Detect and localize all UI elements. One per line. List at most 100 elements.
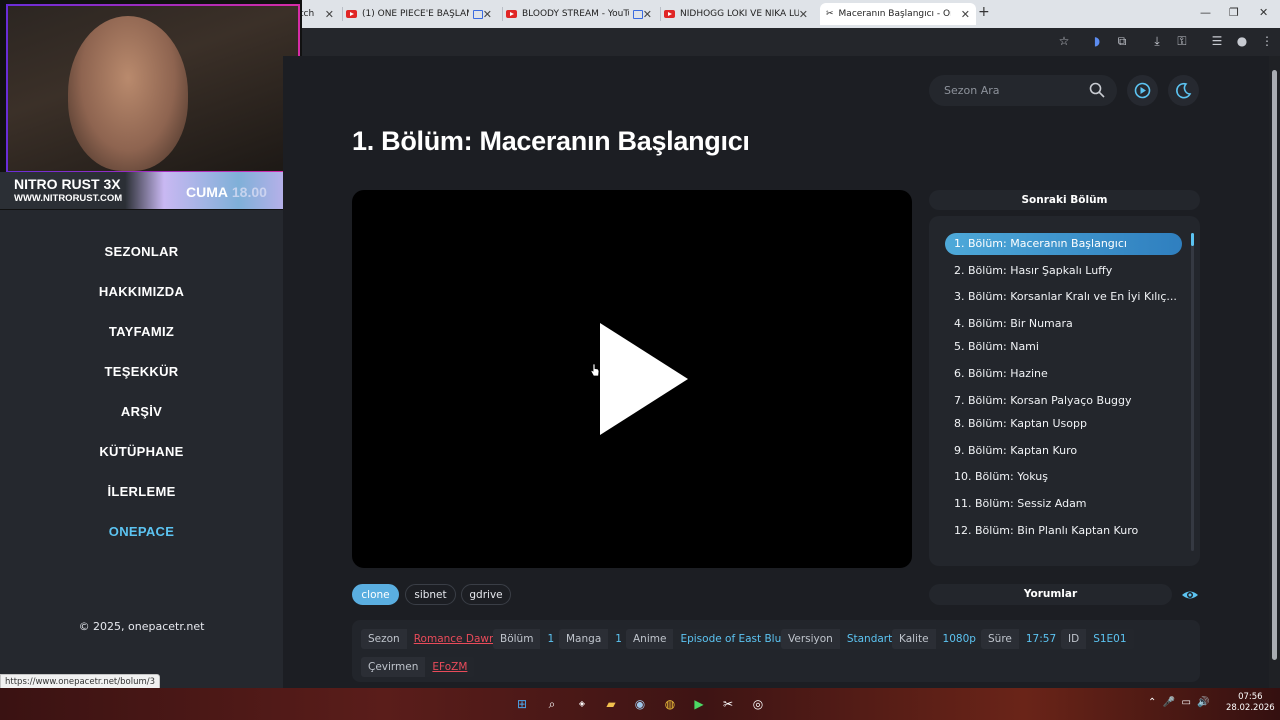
episode-list-scrollbar[interactable] xyxy=(1191,233,1194,551)
close-icon[interactable]: ✕ xyxy=(643,8,652,21)
close-window-icon[interactable]: ✕ xyxy=(1259,6,1268,19)
youtube-icon xyxy=(346,10,357,18)
info-chip-sezon: Sezon Romance Dawn xyxy=(361,629,503,649)
episode-list-scroll-thumb[interactable] xyxy=(1191,233,1194,246)
tab-label: BLOODY STREAM - YouTub xyxy=(522,9,629,19)
episode-item[interactable]: 12. Bölüm: Bin Planlı Kaptan Kuro xyxy=(945,520,1182,542)
episode-item[interactable]: 11. Bölüm: Sessiz Adam xyxy=(945,493,1182,515)
browser-tab[interactable]: tch ✕ xyxy=(300,3,340,25)
youtube-icon xyxy=(506,10,517,18)
page-scrollbar[interactable] xyxy=(1269,56,1280,688)
file-explorer-icon[interactable]: ▰ xyxy=(602,695,620,713)
source-sibnet-button[interactable]: sibnet xyxy=(405,584,456,605)
info-chip-sure: Süre 17:57 xyxy=(981,629,1064,649)
episode-item-active[interactable]: 1. Bölüm: Maceranın Başlangıcı xyxy=(945,233,1182,255)
autoplay-button[interactable] xyxy=(1127,75,1158,106)
nav-hakkimizda[interactable]: HAKKIMIZDA xyxy=(0,284,283,299)
page-title: 1. Bölüm: Maceranın Başlangıcı xyxy=(352,126,750,156)
tab-divider xyxy=(502,7,503,21)
info-value: 17:57 xyxy=(1018,629,1064,649)
tab-label: tch xyxy=(300,9,315,19)
media-icon xyxy=(473,9,483,19)
obs-icon[interactable]: ◎ xyxy=(749,695,767,713)
clock-time: 07:56 xyxy=(1238,692,1263,702)
nav-arsiv[interactable]: ARŞİV xyxy=(0,404,283,419)
episode-item[interactable]: 9. Bölüm: Kaptan Kuro xyxy=(945,440,1182,462)
info-chip-kalite: Kalite 1080p xyxy=(892,629,983,649)
close-icon[interactable]: ✕ xyxy=(483,8,492,21)
new-tab-button[interactable]: + xyxy=(978,4,990,20)
episode-item[interactable]: 2. Bölüm: Hasır Şapkalı Luffy xyxy=(945,260,1182,282)
puzzle-icon[interactable]: ⧉ xyxy=(1114,33,1130,49)
media-player-icon[interactable]: ▶ xyxy=(690,695,708,713)
close-icon[interactable]: ✕ xyxy=(961,8,970,21)
comments-button[interactable]: Yorumlar xyxy=(929,584,1172,605)
episode-item[interactable]: 5. Bölüm: Nami xyxy=(945,336,1182,358)
nav-sezonlar[interactable]: SEZONLAR xyxy=(0,244,283,259)
webcam-feed xyxy=(6,4,300,173)
banner-day: CUMA xyxy=(186,184,228,200)
close-icon[interactable]: ✕ xyxy=(325,8,334,21)
nav-kutuphane[interactable]: KÜTÜPHANE xyxy=(0,444,283,459)
info-key: Kalite xyxy=(899,633,929,645)
minimize-icon[interactable]: — xyxy=(1200,6,1211,19)
close-icon[interactable]: ✕ xyxy=(799,8,808,21)
info-value: Episode of East Blue xyxy=(673,629,795,649)
windows-start-icon[interactable]: ⊞ xyxy=(513,695,531,713)
copyright: © 2025, onepacetr.net xyxy=(78,620,205,633)
play-circle-icon xyxy=(1134,82,1151,99)
steam-icon[interactable]: ◉ xyxy=(631,695,649,713)
info-key: Süre xyxy=(988,633,1012,645)
episode-item[interactable]: 4. Bölüm: Bir Numara xyxy=(945,313,1182,335)
theme-toggle-button[interactable] xyxy=(1168,75,1199,106)
restore-icon[interactable]: ❐ xyxy=(1229,6,1239,19)
season-link[interactable]: Romance Dawn xyxy=(406,629,503,649)
episode-item[interactable]: 3. Bölüm: Korsanlar Kralı ve En İyi Kılı… xyxy=(945,286,1182,308)
browser-tab[interactable]: (1) ONE PIECE'E BAŞLAMAK ✕ xyxy=(346,3,498,25)
info-value: 1080p xyxy=(935,629,983,649)
info-chip-id: ID S1E01 xyxy=(1061,629,1134,649)
source-clone-button[interactable]: clone xyxy=(352,584,399,605)
extension-icon[interactable]: ◗ xyxy=(1089,33,1105,49)
play-icon[interactable] xyxy=(600,323,688,435)
info-key: Versiyon xyxy=(788,633,833,645)
tab-label: (1) ONE PIECE'E BAŞLAMAK xyxy=(362,9,469,19)
profile-avatar-icon[interactable]: ● xyxy=(1234,33,1250,49)
source-gdrive-button[interactable]: gdrive xyxy=(461,584,511,605)
system-tray-icons[interactable]: ⌃ 🎤 ▭ 🔊 xyxy=(1148,697,1210,708)
browser-tab[interactable]: BLOODY STREAM - YouTub ✕ xyxy=(506,3,658,25)
info-key: Çevirmen xyxy=(368,661,419,673)
capcut-icon[interactable]: ✂ xyxy=(719,695,737,713)
nav-onepace[interactable]: ONEPACE xyxy=(0,524,283,539)
search-icon[interactable] xyxy=(1089,82,1105,98)
moon-icon xyxy=(1176,82,1192,99)
nav-ilerleme[interactable]: İLERLEME xyxy=(0,484,283,499)
episode-item[interactable]: 10. Bölüm: Yokuş xyxy=(945,466,1182,488)
streamer-face xyxy=(68,16,188,171)
taskbar-clock[interactable]: 07:56 28.02.2026 xyxy=(1226,692,1275,714)
download-icon[interactable]: ⤓ xyxy=(1149,33,1165,49)
bookmark-star-icon[interactable]: ☆ xyxy=(1056,33,1072,49)
tab-label: NİDHOGG LOKİ VE NİKA LUFFY xyxy=(680,9,799,19)
more-menu-icon[interactable]: ⋮ xyxy=(1259,33,1275,49)
chrome-icon[interactable]: ◍ xyxy=(661,695,679,713)
page-scroll-thumb[interactable] xyxy=(1272,70,1277,660)
browser-tab[interactable]: NİDHOGG LOKİ VE NİKA LUFFY ✕ xyxy=(664,3,814,25)
menu-list-icon[interactable]: ☰ xyxy=(1209,33,1225,49)
translator-link[interactable]: EFoZM xyxy=(425,657,475,677)
search-icon[interactable]: ⌕ xyxy=(543,695,561,713)
info-key: Anime xyxy=(633,633,667,645)
nav-tayfamiz[interactable]: TAYFAMIZ xyxy=(0,324,283,339)
eye-icon[interactable] xyxy=(1181,587,1199,603)
password-icon[interactable]: ⚿ xyxy=(1174,33,1190,49)
next-episode-button[interactable]: Sonraki Bölüm xyxy=(929,190,1200,210)
episode-item[interactable]: 7. Bölüm: Korsan Palyaço Buggy xyxy=(945,390,1182,412)
episode-item[interactable]: 8. Bölüm: Kaptan Usopp xyxy=(945,413,1182,435)
epic-games-icon[interactable]: ◈ xyxy=(573,695,591,713)
info-key: Sezon xyxy=(368,633,400,645)
nav-tesekkur[interactable]: TEŞEKKÜR xyxy=(0,364,283,379)
browser-tab-active[interactable]: ✂ Maceranın Başlangıcı - One Pa ✕ xyxy=(820,3,976,25)
episode-item[interactable]: 6. Bölüm: Hazine xyxy=(945,363,1182,385)
search-placeholder: Sezon Ara xyxy=(944,84,1000,97)
info-key: Manga xyxy=(566,633,602,645)
